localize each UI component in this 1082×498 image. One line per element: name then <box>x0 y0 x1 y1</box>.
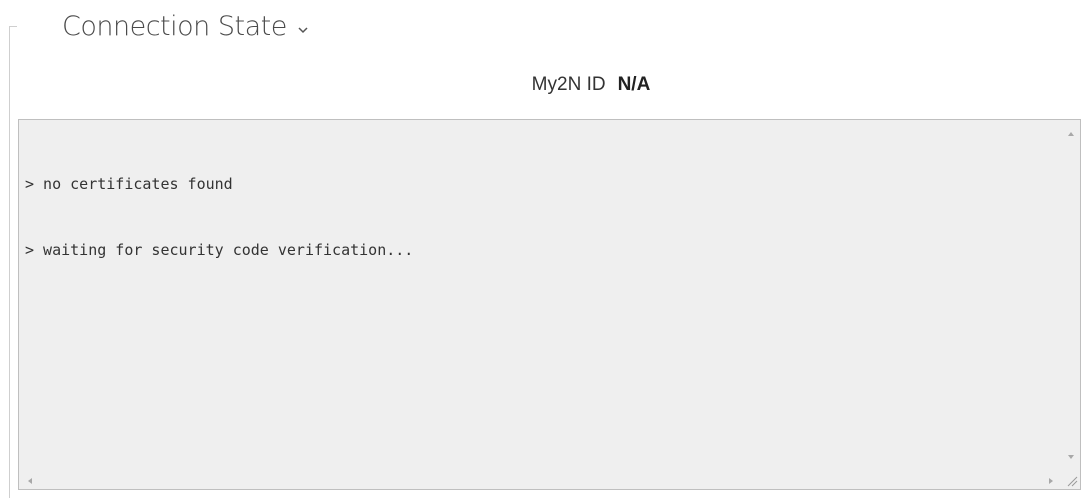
caret-right-icon[interactable] <box>1046 473 1056 484</box>
log-line: > no certificates found <box>25 175 233 193</box>
my2n-id-label: My2N ID <box>531 74 606 95</box>
caret-up-icon[interactable] <box>1066 126 1076 136</box>
resize-grip-icon[interactable] <box>1062 467 1080 489</box>
section-bracket <box>9 26 10 498</box>
section-header-toggle[interactable]: Connection State <box>62 6 309 46</box>
section-title: Connection State <box>62 10 287 42</box>
section-bracket-corner <box>9 26 17 27</box>
connection-log-text: > no certificates found > waiting for se… <box>25 129 1060 465</box>
caret-left-icon[interactable] <box>25 473 35 484</box>
connection-log-textarea[interactable]: > no certificates found > waiting for se… <box>18 119 1081 490</box>
log-line: > waiting for security code verification… <box>25 241 414 259</box>
my2n-id-row: My2N ID N/A <box>0 74 1082 96</box>
vertical-scrollbar[interactable] <box>1062 120 1080 467</box>
horizontal-scrollbar[interactable] <box>19 467 1064 489</box>
chevron-down-icon[interactable] <box>297 23 309 35</box>
my2n-id-value: N/A <box>617 74 651 95</box>
caret-down-icon[interactable] <box>1066 449 1076 459</box>
